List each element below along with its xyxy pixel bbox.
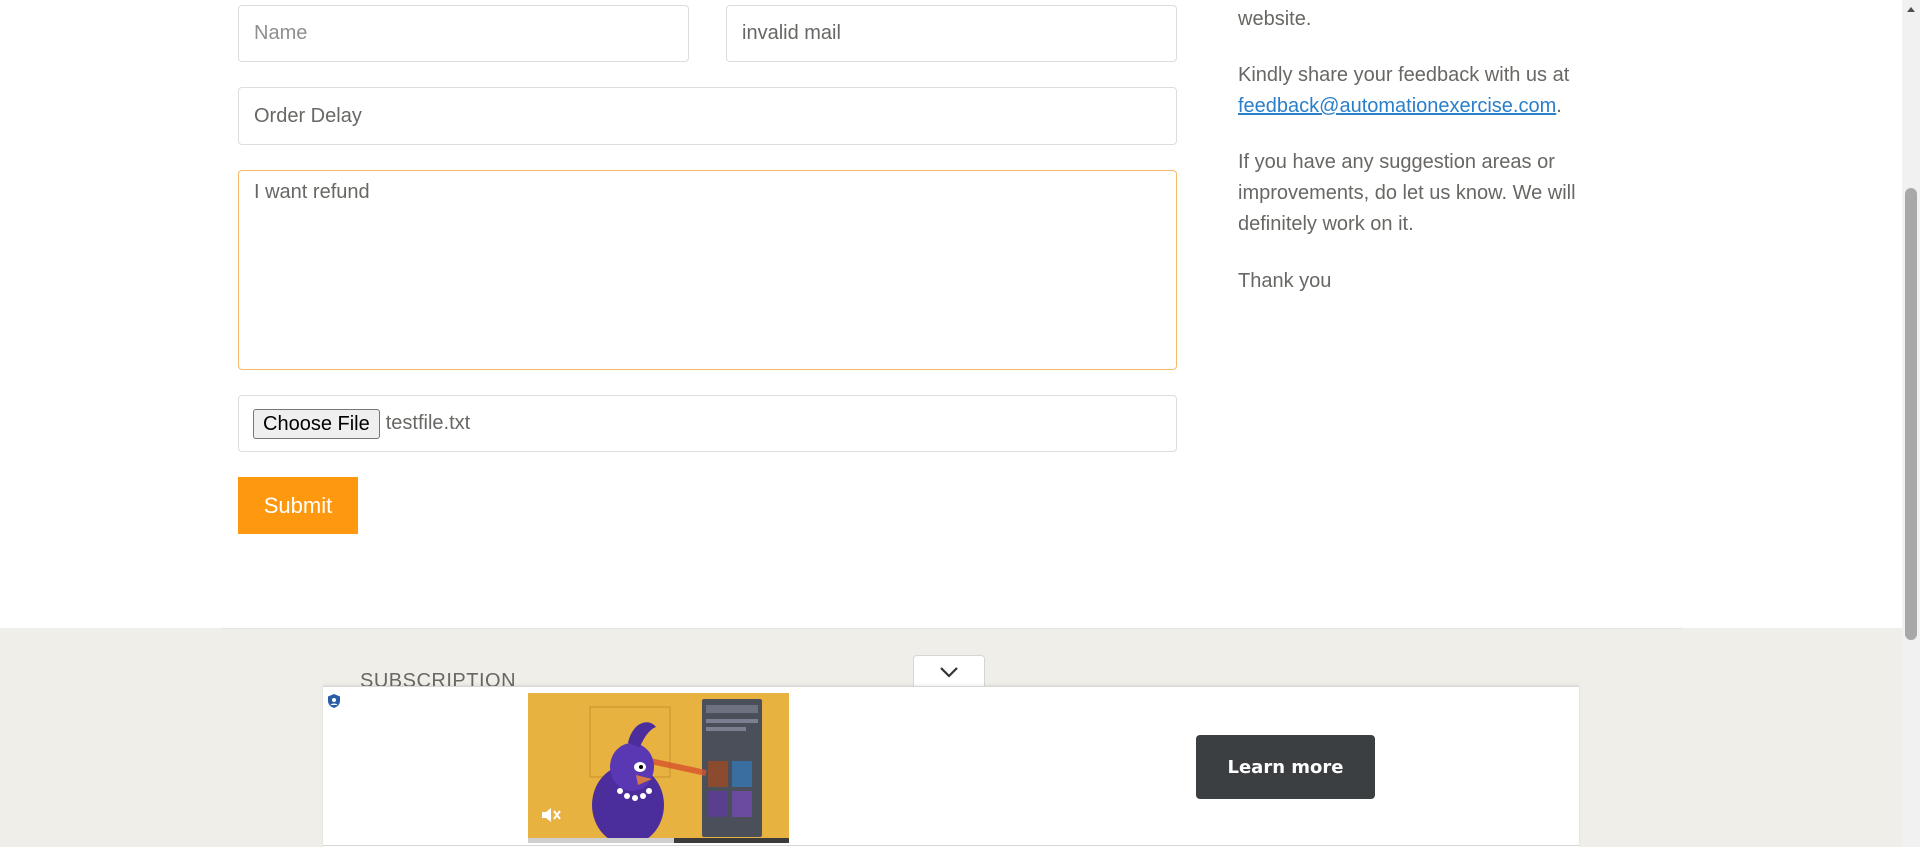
submit-button[interactable]: Submit xyxy=(238,477,358,534)
choose-file-button[interactable]: Choose File xyxy=(253,408,380,439)
ad-video-progress[interactable] xyxy=(528,838,789,843)
feedback-text: Kindly share your feedback with us at xyxy=(1238,64,1570,86)
name-field[interactable]: Name xyxy=(238,5,689,62)
message-textarea[interactable]: I want refund xyxy=(238,170,1177,370)
scroll-up-arrow-icon[interactable] xyxy=(1902,0,1920,18)
feedback-period: . xyxy=(1556,95,1562,117)
feedback-email-link[interactable]: feedback@automationexercise.com xyxy=(1238,95,1556,117)
selected-file-name: testfile.txt xyxy=(385,412,471,434)
chevron-down-icon xyxy=(940,666,958,678)
email-field[interactable]: invalid mail xyxy=(726,5,1177,62)
ad-bottom-border xyxy=(323,845,1579,846)
feedback-paragraph-3: If you have any suggestion areas or impr… xyxy=(1238,151,1576,235)
ad-collapse-button[interactable] xyxy=(913,655,985,687)
feedback-paragraph-2: Kindly share your feedback with us at fee… xyxy=(1238,60,1618,122)
file-upload-field: Choose File testfile.txt xyxy=(238,395,1177,452)
ad-banner: Learn more xyxy=(323,686,1579,848)
feedback-paragraph-4: Thank you xyxy=(1238,270,1332,292)
mute-icon[interactable] xyxy=(540,805,562,825)
feedback-paragraph-1: website. xyxy=(1238,8,1312,30)
ad-video-progress-fill xyxy=(528,838,675,843)
scrollbar-thumb[interactable] xyxy=(1905,188,1917,640)
ad-illustration xyxy=(589,699,762,843)
learn-more-button[interactable]: Learn more xyxy=(1196,735,1375,799)
footer-divider xyxy=(222,628,1682,629)
ad-video-thumbnail[interactable] xyxy=(528,693,789,843)
adchoices-shield-icon[interactable] xyxy=(326,693,342,709)
subject-field[interactable]: Order Delay xyxy=(238,87,1177,145)
